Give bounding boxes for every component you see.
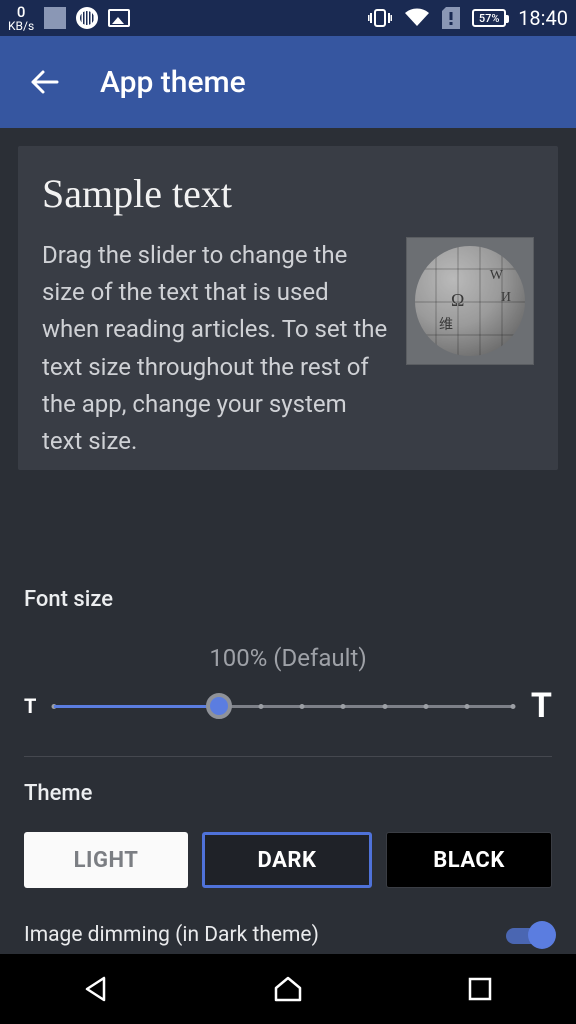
- home-icon: [273, 975, 303, 1003]
- nav-back-button[interactable]: [76, 969, 116, 1009]
- image-dimming-label: Image dimming (in Dark theme): [24, 923, 319, 947]
- theme-label: Theme: [24, 781, 552, 806]
- barcode-app-icon: [76, 7, 98, 29]
- slider-thumb[interactable]: [206, 693, 232, 719]
- font-size-section: Font size 100% (Default) T: [24, 571, 552, 756]
- image-dimming-row[interactable]: Image dimming (in Dark theme): [24, 922, 552, 954]
- nav-recent-button[interactable]: [460, 969, 500, 1009]
- wifi-icon: [404, 8, 430, 28]
- font-size-value: 100% (Default): [24, 644, 552, 672]
- preview-image: W Ω И 维: [406, 237, 534, 365]
- system-nav-bar: [0, 954, 576, 1024]
- theme-option-label: DARK: [258, 848, 317, 873]
- network-speed-unit: KB/s: [8, 20, 34, 32]
- network-speed-value: 0: [17, 5, 26, 20]
- preview-card: Sample text Drag the slider to change th…: [18, 146, 558, 470]
- settings-panel: Font size 100% (Default) T: [0, 571, 576, 954]
- theme-option-black[interactable]: BLACK: [386, 832, 552, 888]
- font-size-label: Font size: [24, 587, 552, 612]
- network-speed-indicator: 0 KB/s: [8, 5, 34, 32]
- sim-alert-icon: [442, 7, 460, 29]
- battery-percent: 57%: [479, 12, 500, 25]
- app-bar: App theme: [0, 36, 576, 128]
- image-dimming-toggle[interactable]: [506, 922, 552, 948]
- square-recent-icon: [468, 977, 492, 1001]
- triangle-back-icon: [82, 975, 110, 1003]
- nav-home-button[interactable]: [268, 969, 308, 1009]
- preview-heading: Sample text: [42, 170, 534, 217]
- status-bar: 0 KB/s 57% 18:40: [0, 0, 576, 36]
- theme-option-dark[interactable]: DARK: [202, 832, 372, 888]
- clock: 18:40: [518, 6, 568, 30]
- notification-icon: [44, 7, 66, 29]
- content-area: Sample text Drag the slider to change th…: [0, 128, 576, 571]
- section-divider: [24, 756, 552, 757]
- arrow-back-icon: [27, 64, 63, 100]
- battery-indicator: 57%: [472, 9, 506, 27]
- theme-option-light[interactable]: LIGHT: [24, 832, 188, 888]
- font-size-min-icon: T: [24, 694, 36, 718]
- theme-option-label: LIGHT: [74, 848, 139, 873]
- font-size-slider[interactable]: [54, 691, 513, 721]
- page-title: App theme: [100, 65, 246, 100]
- theme-option-label: BLACK: [433, 848, 505, 873]
- screenshot-icon: [108, 9, 130, 27]
- font-size-max-icon: T: [531, 686, 552, 726]
- vibrate-icon: [368, 8, 392, 28]
- back-button[interactable]: [10, 52, 80, 112]
- theme-section: Theme LIGHT DARK BLACK Image dimming (in…: [24, 781, 552, 954]
- wikipedia-globe-icon: W Ω И 维: [415, 246, 525, 356]
- toggle-thumb: [528, 921, 556, 949]
- preview-body-text: Drag the slider to change the size of th…: [42, 237, 388, 460]
- slider-fill: [54, 705, 219, 708]
